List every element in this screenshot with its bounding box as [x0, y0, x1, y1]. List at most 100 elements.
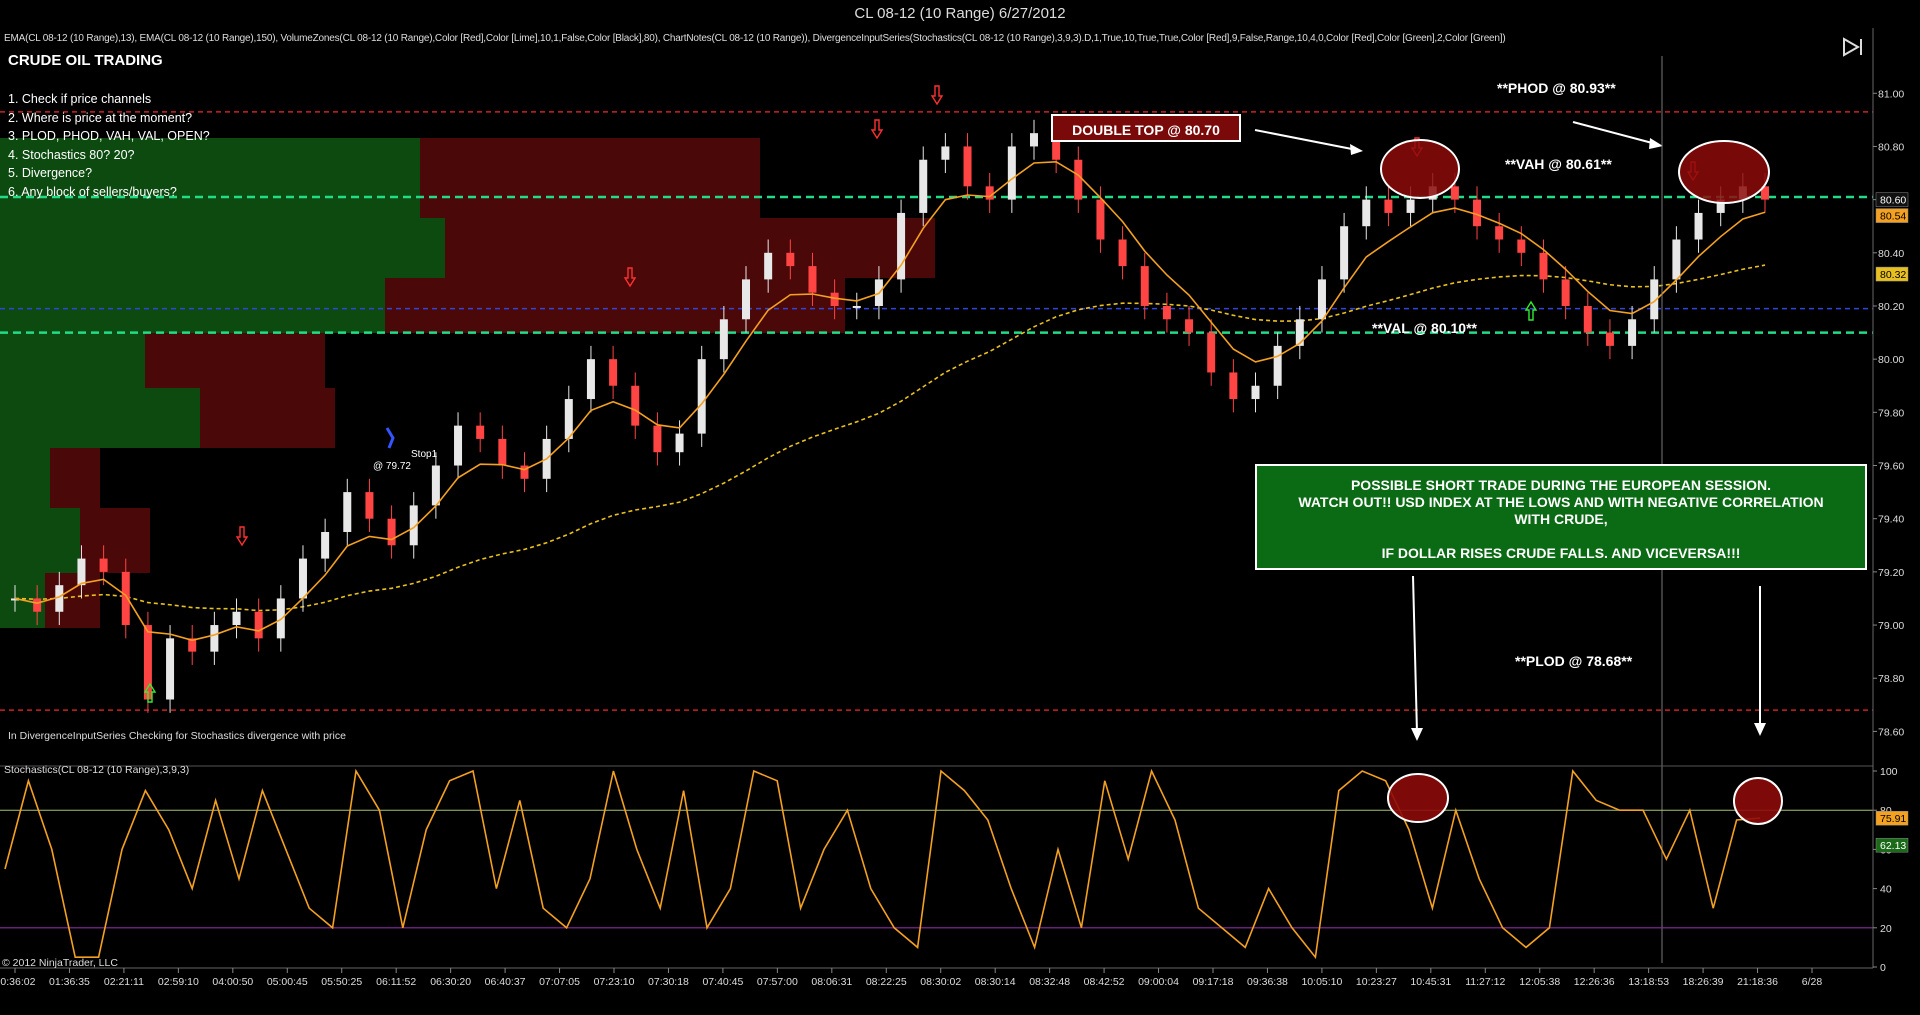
- double-top-label: DOUBLE TOP @ 80.70: [1051, 114, 1241, 142]
- candle-body: [343, 492, 352, 532]
- volume-zone-sell: [420, 138, 760, 188]
- candle-body: [675, 433, 684, 453]
- candle-body: [719, 319, 728, 360]
- candle-body: [33, 598, 42, 612]
- time-tick-label: 10:23:27: [1356, 976, 1397, 988]
- candle-body: [631, 385, 640, 426]
- candle-body: [1295, 319, 1304, 346]
- price-tick-label: 79.40: [1878, 514, 1904, 526]
- time-tick-label: 01:36:35: [49, 976, 90, 988]
- checklist-item: 5. Divergence?: [8, 166, 93, 180]
- plod-label: **PLOD @ 78.68**: [1515, 653, 1633, 669]
- time-tick-label: 18:26:39: [1683, 976, 1724, 988]
- candle-body: [1583, 305, 1592, 333]
- time-tick-label: 12:26:36: [1574, 976, 1615, 988]
- checklist-item: 4. Stochastics 80? 20?: [8, 147, 135, 162]
- candle-body: [1340, 226, 1349, 280]
- price-tick-label: 80.00: [1878, 354, 1904, 366]
- bearish-divergence-arrow: [235, 526, 249, 547]
- trade-note-line: [1257, 528, 1865, 545]
- candle-body: [586, 359, 595, 400]
- time-tick-label: 09:36:38: [1247, 976, 1288, 988]
- volume-zone-sell: [50, 448, 100, 508]
- copyright: © 2012 NinjaTrader, LLC: [2, 957, 118, 969]
- candle-body: [1074, 159, 1083, 200]
- candle-body: [1140, 266, 1149, 306]
- double-top-circle: [1678, 140, 1770, 204]
- candle-body: [1605, 332, 1614, 346]
- time-tick-label: 08:32:48: [1029, 976, 1070, 988]
- time-tick-label: 07:23:10: [594, 976, 635, 988]
- stoch-marker-label: 75.91: [1880, 813, 1906, 825]
- trade-note-box: POSSIBLE SHORT TRADE DURING THE EUROPEAN…: [1255, 464, 1867, 570]
- candle-body: [1118, 239, 1127, 267]
- price-tick-label: 80.80: [1878, 141, 1904, 153]
- time-tick-label: 09:00:04: [1138, 976, 1179, 988]
- candle-body: [1450, 186, 1459, 200]
- stochastics-title: Stochastics(CL 08-12 (10 Range),3,9,3): [4, 764, 190, 776]
- time-tick-label: 08:30:02: [920, 976, 961, 988]
- checklist-item: 1. Check if price channels: [8, 92, 152, 106]
- stochastics-panel: [0, 765, 1873, 960]
- stochastics-line: [4, 768, 1761, 960]
- vah-label: **VAH @ 80.61**: [1505, 156, 1612, 172]
- stoch-marker-label: 62.13: [1880, 840, 1906, 852]
- candle-body: [786, 252, 795, 267]
- time-tick-label: 00:36:02: [0, 976, 36, 988]
- time-tick-label: 07:40:45: [702, 976, 743, 988]
- candle-body: [498, 438, 507, 466]
- time-tick-label: 04:00:50: [212, 976, 253, 988]
- candle-body: [276, 598, 285, 639]
- candle-body: [1561, 279, 1570, 306]
- candle-body: [166, 638, 175, 700]
- candle-body: [1495, 226, 1504, 240]
- candle-body: [697, 359, 706, 434]
- volume-zone-buy: [0, 388, 200, 448]
- stoch-circle: [1733, 777, 1783, 825]
- candle-body: [609, 359, 618, 386]
- trade-note-line: WATCH OUT!! USD INDEX AT THE LOWS AND WI…: [1298, 494, 1824, 510]
- candle-body: [1672, 239, 1681, 280]
- price-marker-label: 80.60: [1880, 195, 1906, 207]
- stop-label: Stop1: [411, 449, 438, 460]
- checklist-item: 2. Where is price at the moment?: [8, 110, 193, 125]
- volume-zone-sell: [445, 218, 935, 278]
- price-tick-label: 79.80: [1878, 407, 1904, 419]
- volume-zone-buy: [0, 218, 445, 278]
- play-to-end-icon[interactable]: [1840, 36, 1864, 58]
- time-tick-label: 09:17:18: [1193, 976, 1234, 988]
- time-tick-label: 6/28: [1802, 976, 1823, 988]
- candle-body: [653, 425, 662, 453]
- price-marker-label: 80.54: [1880, 211, 1906, 223]
- trade-note-line: WITH CRUDE,: [1514, 511, 1608, 527]
- candle-body: [919, 159, 928, 213]
- candle-body: [387, 518, 396, 546]
- time-tick-label: 07:57:00: [757, 976, 798, 988]
- stop-price-label: @ 79.72: [373, 461, 411, 472]
- price-tick-label: 78.80: [1878, 673, 1904, 685]
- time-tick-label: 12:05:38: [1519, 976, 1560, 988]
- trade-note-line: IF DOLLAR RISES CRUDE FALLS. AND VICEVER…: [1381, 545, 1741, 561]
- candle-body: [1539, 252, 1548, 280]
- time-tick-label: 10:45:31: [1410, 976, 1451, 988]
- price-tick-label: 78.60: [1878, 726, 1904, 738]
- candle-body: [321, 531, 330, 559]
- time-tick-label: 05:50:25: [321, 976, 362, 988]
- stoch-tick-label: 0: [1880, 962, 1886, 974]
- candle-body: [1406, 199, 1415, 213]
- stoch-tick-label: 40: [1880, 884, 1892, 896]
- val-label: **VAL @ 80.10**: [1372, 320, 1477, 336]
- panel-title: CRUDE OIL TRADING: [8, 52, 163, 69]
- volume-zones: [0, 138, 935, 628]
- candle-body: [1694, 212, 1703, 240]
- annotation-arrowhead: [1754, 723, 1766, 736]
- candle-body: [77, 558, 86, 586]
- trade-note-line: POSSIBLE SHORT TRADE DURING THE EUROPEAN…: [1350, 477, 1772, 493]
- phod-label: **PHOD @ 80.93**: [1497, 80, 1616, 96]
- time-tick-label: 07:07:05: [539, 976, 580, 988]
- time-tick-label: 11:27:12: [1465, 976, 1505, 988]
- stop-marker: [385, 427, 395, 449]
- volume-zone-buy: [0, 333, 145, 388]
- price-tick-label: 79.20: [1878, 567, 1904, 579]
- bullish-divergence-arrow: [1524, 300, 1538, 321]
